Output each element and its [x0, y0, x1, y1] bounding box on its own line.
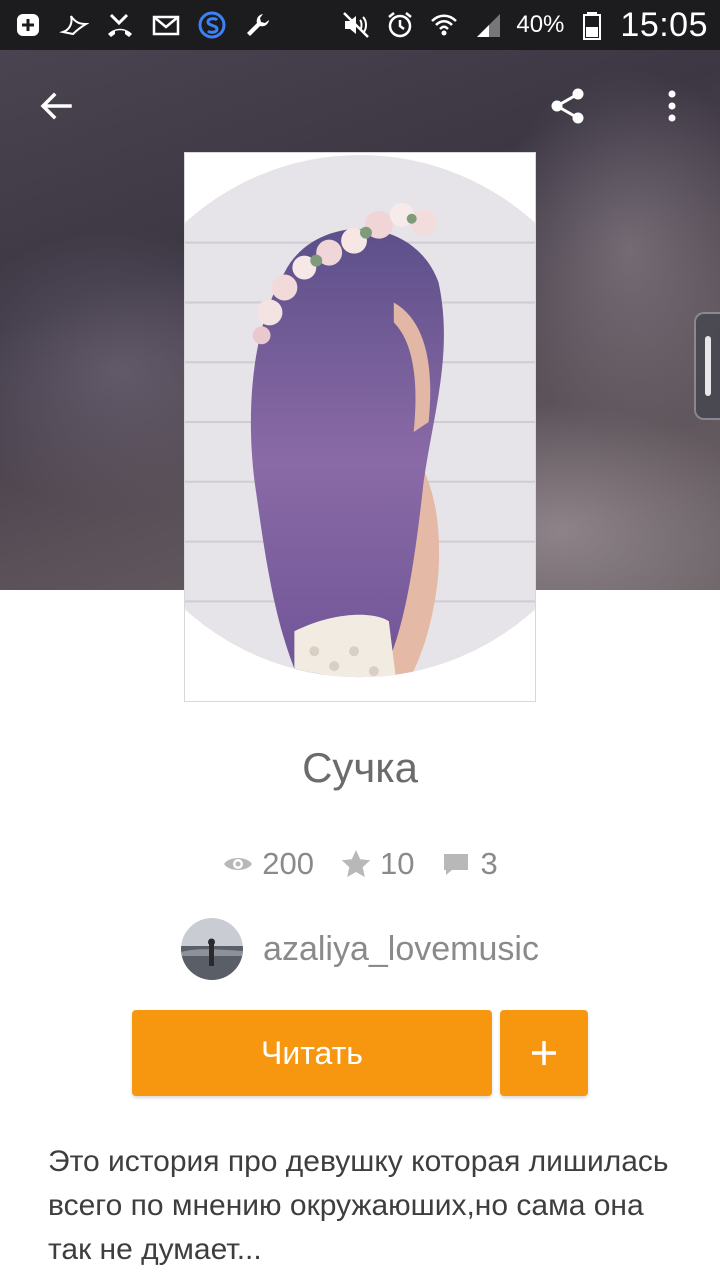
missed-call-icon — [104, 9, 136, 41]
book-cover — [184, 152, 536, 702]
wifi-icon — [428, 9, 460, 41]
more-options-button[interactable] — [640, 74, 704, 138]
book-stats: 200 10 3 — [0, 846, 720, 882]
battery-percent: 40% — [516, 11, 565, 38]
book-description: Это история про девушку которая лишилась… — [48, 1145, 669, 1266]
clock: 15:05 — [620, 5, 708, 44]
signal-icon — [472, 9, 504, 41]
views-stat: 200 — [222, 846, 314, 882]
wrench-icon — [242, 9, 274, 41]
add-box-icon — [12, 9, 44, 41]
read-button[interactable]: Читать — [132, 1010, 492, 1096]
alarm-icon — [384, 9, 416, 41]
star-icon — [341, 850, 371, 877]
book-title: Сучка — [302, 744, 418, 791]
status-bar: 40% 15:05 — [0, 0, 720, 50]
comment-icon — [444, 854, 469, 875]
status-bar-notifications — [12, 9, 274, 41]
plus-icon — [532, 1041, 556, 1065]
avatar[interactable] — [181, 918, 244, 980]
add-to-library-button[interactable] — [500, 1010, 588, 1096]
share-icon — [551, 88, 584, 124]
arrow-left-icon — [40, 92, 72, 120]
views-count: 200 — [262, 846, 314, 881]
battery-icon — [576, 9, 608, 41]
back-button[interactable] — [24, 74, 88, 138]
mail-icon — [150, 9, 182, 41]
s-app-icon — [196, 9, 228, 41]
more-vertical-icon — [668, 90, 676, 122]
comments-stat: 3 — [440, 846, 498, 882]
side-panel-handle[interactable] — [694, 312, 720, 420]
mute-icon — [340, 9, 372, 41]
votes-count: 10 — [380, 846, 415, 881]
comments-count: 3 — [480, 846, 498, 881]
status-bar-system: 40% 15:05 — [340, 6, 708, 45]
votes-stat: 10 — [340, 846, 414, 882]
author-row[interactable]: azaliya_lovemusic — [0, 918, 720, 980]
share-button[interactable] — [536, 74, 600, 138]
eye-icon — [224, 858, 253, 870]
author-name[interactable]: azaliya_lovemusic — [263, 930, 539, 969]
swallow-icon — [58, 9, 90, 41]
